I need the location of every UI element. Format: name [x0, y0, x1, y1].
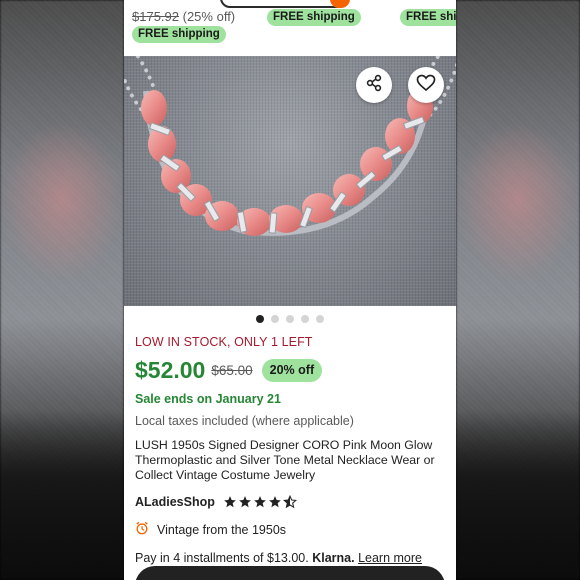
free-shipping-badge: FREE shipping [267, 9, 361, 26]
half-star-icon [282, 495, 297, 509]
listing-title: LUSH 1950s Signed Designer CORO Pink Moo… [135, 438, 435, 482]
vintage-row: Vintage from the 1950s [135, 521, 450, 539]
previous-listing-strip: $175.92 (25% off) FREE shipping FREE shi… [124, 0, 456, 48]
discount-badge: 20% off [261, 358, 323, 382]
carousel-dot[interactable] [286, 315, 294, 323]
star-icon [239, 496, 251, 508]
carousel-dot[interactable] [316, 315, 324, 323]
shop-row[interactable]: ALadiesShop [135, 493, 450, 511]
installments-text: Pay in 4 installments of $13.00. [135, 551, 309, 565]
listing-screen: $175.92 (25% off) FREE shipping FREE shi… [124, 0, 456, 580]
carousel-dot[interactable] [271, 315, 279, 323]
carousel-dot[interactable] [301, 315, 309, 323]
tax-note: Local taxes included (where applicable) [135, 414, 354, 428]
product-image[interactable] [124, 56, 456, 306]
vintage-label: Vintage from the 1950s [157, 523, 287, 537]
blurred-background-right [456, 0, 580, 580]
favorite-button[interactable] [408, 67, 444, 103]
stock-status: LOW IN STOCK, ONLY 1 LEFT [135, 335, 313, 349]
price-row: $52.00 $65.00 20% off [135, 356, 450, 384]
free-shipping-badge: FREE shipping [132, 26, 226, 43]
carousel-dot[interactable] [256, 315, 264, 323]
star-icon [269, 496, 281, 508]
klarna-logo: Klarna. [312, 551, 355, 565]
primary-action-button[interactable] [135, 566, 445, 580]
current-price: $52.00 [135, 356, 206, 383]
original-price: $65.00 [211, 362, 253, 378]
alarm-clock-icon [135, 521, 149, 540]
previous-old-price: $175.92 (25% off) [132, 9, 236, 24]
shop-name[interactable]: ALadiesShop [135, 495, 215, 509]
free-shipping-badge: FREE ship [400, 9, 456, 26]
listing-details: LOW IN STOCK, ONLY 1 LEFT $52.00 $65.00 … [135, 335, 450, 565]
blurred-background-left [0, 0, 124, 580]
star-icon [254, 496, 266, 508]
installments-info: Pay in 4 installments of $13.00. Klarna.… [135, 551, 450, 565]
share-button[interactable] [356, 67, 392, 103]
carousel-dots [124, 315, 456, 325]
share-icon [365, 74, 383, 97]
necklace-illustration [141, 85, 433, 236]
star-icon [224, 496, 236, 508]
sale-end-date: Sale ends on January 21 [135, 392, 281, 406]
top-banner-fragment [220, 0, 350, 8]
learn-more-link[interactable]: Learn more [358, 551, 422, 565]
heart-icon [416, 74, 436, 97]
rating-stars [223, 495, 297, 509]
